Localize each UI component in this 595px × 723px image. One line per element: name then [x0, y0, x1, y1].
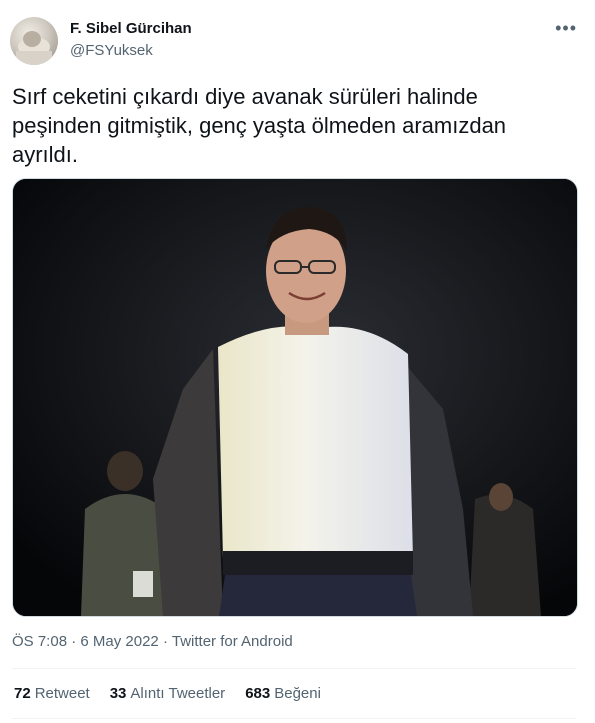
tweet-stats: 72 Retweet 33 Alıntı Tweetler 683 Beğeni [14, 685, 321, 702]
likes-count: 683 [245, 685, 271, 702]
tweet-source[interactable]: Twitter for Android [172, 633, 293, 650]
quote-tweets-stat[interactable]: 33 Alıntı Tweetler [110, 685, 225, 702]
retweets-stat[interactable]: 72 Retweet [14, 685, 90, 702]
tweet-meta: ÖS 7:08 · 6 May 2022 · Twitter for Andro… [12, 633, 293, 650]
tweet-text: Sırf ceketini çıkardı diye avanak sürüle… [12, 82, 572, 169]
tweet-text-line: peşinden gitmiştik, genç yaşta ölmeden a… [12, 113, 507, 138]
photo-illustration [13, 179, 577, 616]
retweets-count: 72 [14, 685, 31, 702]
likes-label: Beğeni [274, 685, 321, 702]
divider [12, 718, 576, 719]
tweet-photo[interactable] [12, 178, 578, 617]
tweet-text-line: ayrıldı. [12, 142, 79, 167]
tweet-time[interactable]: ÖS 7:08 [12, 633, 67, 650]
meta-separator: · [162, 633, 168, 650]
retweets-label: Retweet [34, 685, 90, 702]
more-options-icon[interactable]: ••• [555, 18, 577, 39]
avatar[interactable] [10, 17, 58, 65]
quote-tweets-count: 33 [109, 685, 127, 702]
quote-tweets-label: Alıntı Tweetler [130, 685, 226, 702]
likes-stat[interactable]: 683 Beğeni [245, 685, 321, 702]
tweet-text-line: Sırf ceketini çıkardı diye avanak sürüle… [12, 84, 478, 109]
author-handle[interactable]: @FSYuksek [70, 42, 153, 59]
tweet-header: F. Sibel Gürcihan @FSYuksek ••• [10, 14, 585, 66]
tweet-date[interactable]: 6 May 2022 [80, 633, 158, 650]
divider [12, 668, 576, 669]
meta-separator: · [71, 633, 77, 650]
author-name[interactable]: F. Sibel Gürcihan [70, 20, 192, 37]
